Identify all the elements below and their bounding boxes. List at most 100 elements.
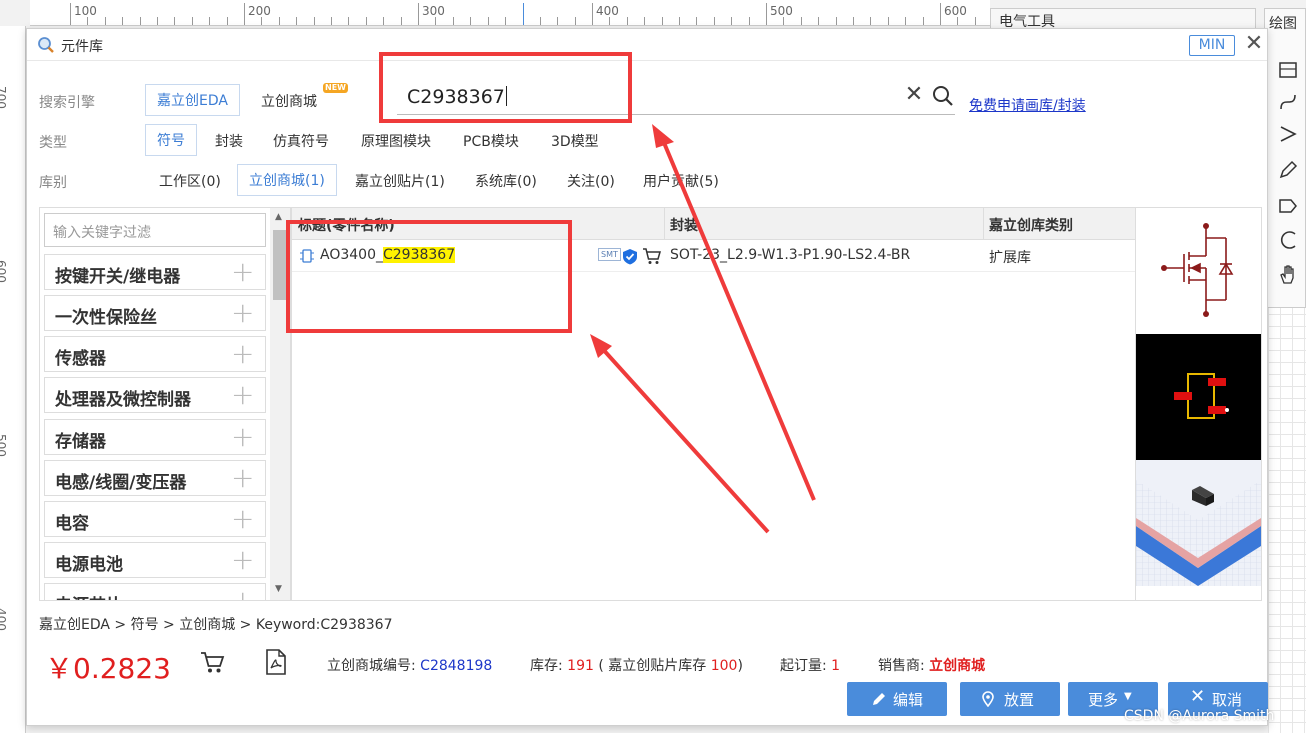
ruler-label: 300 [422,4,445,18]
add-to-cart-icon[interactable] [199,649,225,675]
cancel-button-label: 取消 [1212,691,1243,709]
engine-option-jlceda[interactable]: 嘉立创EDA [145,84,240,116]
ruler-label: 400 [596,4,619,18]
expand-plus-icon[interactable]: + [231,258,254,286]
expand-plus-icon[interactable]: + [231,299,254,327]
datasheet-pdf-icon[interactable] [265,649,287,675]
category-item[interactable]: 电源芯片 + [44,583,266,601]
ruler-label: 200 [248,4,271,18]
tag-tool-icon[interactable] [1277,195,1299,217]
symbol-preview[interactable] [1136,208,1261,334]
free-library-request-link[interactable]: 免费申请画库/封装 [969,95,1086,115]
ruler-label: 600 [0,260,8,283]
pencil-tool-icon[interactable] [1277,159,1299,181]
category-item[interactable]: 一次性保险丝 + [44,295,266,331]
expand-plus-icon[interactable]: + [231,381,254,409]
place-button-label: 放置 [1004,691,1035,709]
search-icon [38,37,54,53]
category-name: 电源电池 [55,555,123,575]
cart-icon[interactable] [642,247,662,265]
type-tab-pcb-module[interactable]: PCB模块 [451,125,531,157]
expand-plus-icon[interactable]: + [231,546,254,574]
category-item[interactable]: 存储器 + [44,419,266,455]
ruler-label: 700 [0,86,8,109]
electrical-tools-panel[interactable]: 电气工具 [990,8,1256,30]
category-name: 电容 [55,514,89,534]
column-header-category[interactable]: 嘉立创库类别 [989,215,1073,235]
lib-tab-follow[interactable]: 关注(0) [555,165,627,197]
part-library-category: 扩展库 [989,250,1031,266]
footprint-preview[interactable] [1136,334,1261,460]
lib-tab-workspace[interactable]: 工作区(0) [147,165,233,197]
category-name: 电源芯片 [55,591,123,600]
type-tab-schematic-module[interactable]: 原理图模块 [349,125,443,157]
type-tab-sim-symbol[interactable]: 仿真符号 [261,125,341,157]
category-name: 处理器及微控制器 [55,390,191,410]
moq-info: 起订量: 1 [780,658,841,674]
lib-tab-user-contrib[interactable]: 用户贡献(5) [631,165,731,197]
chevron-down-icon: ▼ [1124,691,1132,702]
seller-value: 立创商城 [929,658,986,674]
annotation-box-result [286,220,572,333]
column-header-package[interactable]: 封装 [670,215,698,235]
scrollbar-thumb[interactable] [273,230,287,300]
stock-value: 191 [567,658,594,674]
arc-tool-icon[interactable] [1277,229,1299,251]
scroll-up-icon[interactable]: ▲ [275,212,282,222]
category-name: 一次性保险丝 [55,308,157,328]
edit-button-label: 编辑 [893,691,924,709]
lcsc-part-number: 立创商城编号: C2848198 [327,658,493,674]
ruler-label: 100 [74,4,97,18]
stock-info: 库存: 191 ( 嘉立创贴片库存 100) [530,658,743,674]
moq-value: 1 [831,658,841,674]
expand-plus-icon[interactable]: + [231,340,254,368]
verified-shield-icon [623,249,637,265]
dialog-titlebar[interactable]: 元件库 MIN ✕ [27,29,1267,61]
lib-tab-jlc-smt[interactable]: 嘉立创贴片(1) [343,165,457,197]
type-tab-symbol[interactable]: 符号 [145,124,197,156]
price: ￥0.2823 [45,652,171,685]
type-tab-3d-model[interactable]: 3D模型 [539,125,611,157]
category-name: 存储器 [55,432,106,452]
category-item[interactable]: 电源电池 + [44,542,266,578]
close-icon: ✕ [1190,686,1206,707]
category-item[interactable]: 按键开关/继电器 + [44,254,266,290]
category-item[interactable]: 处理器及微控制器 + [44,377,266,413]
arrow-tool-icon[interactable] [1277,123,1299,145]
close-dialog-button[interactable]: ✕ [1243,33,1265,57]
category-name: 电感/线圈/变压器 [55,473,187,493]
lib-tab-system[interactable]: 系统库(0) [463,165,549,197]
seller-info: 销售商: 立创商城 [878,658,986,674]
new-badge: NEW [323,83,348,93]
hand-tool-icon[interactable] [1277,263,1299,285]
category-filter-input[interactable]: 输入关键字过滤 [44,213,266,247]
scroll-down-icon[interactable]: ▼ [275,584,282,594]
search-button-icon[interactable] [931,84,955,108]
expand-plus-icon[interactable]: + [231,464,254,492]
ruler-label: 500 [770,4,793,18]
rectangle-tool-icon[interactable] [1277,59,1299,81]
place-button[interactable]: 放置 [960,682,1060,716]
edit-button[interactable]: 编辑 [847,682,947,716]
part-package: SOT-23_L2.9-W1.3-P1.90-LS2.4-BR [670,247,911,263]
expand-plus-icon[interactable]: + [231,587,254,601]
bezier-tool-icon[interactable] [1277,91,1299,113]
expand-plus-icon[interactable]: + [231,423,254,451]
engine-option-lcsc[interactable]: 立创商城 [249,85,329,117]
component-library-dialog: 元件库 MIN ✕ 搜索引擎 嘉立创EDA 立创商城 NEW C2938367 … [26,28,1268,726]
breadcrumb: 嘉立创EDA > 符号 > 立创商城 > Keyword:C2938367 [39,617,393,633]
category-item[interactable]: 传感器 + [44,336,266,372]
category-item[interactable]: 电容 + [44,501,266,537]
lib-tab-lcsc[interactable]: 立创商城(1) [237,164,337,196]
clear-search-button[interactable]: ✕ [903,84,925,106]
drawing-tools-panel[interactable]: 绘图 [1264,8,1306,308]
expand-plus-icon[interactable]: + [231,505,254,533]
search-engine-label: 搜索引擎 [39,95,95,111]
3d-model-preview[interactable] [1136,460,1261,586]
ruler-label: 400 [0,608,8,631]
category-item[interactable]: 电感/线圈/变压器 + [44,460,266,496]
type-label: 类型 [39,135,67,151]
minimize-button[interactable]: MIN [1189,35,1235,56]
type-tab-footprint[interactable]: 封装 [203,125,255,157]
lcsc-part-number-value[interactable]: C2848198 [420,658,492,674]
